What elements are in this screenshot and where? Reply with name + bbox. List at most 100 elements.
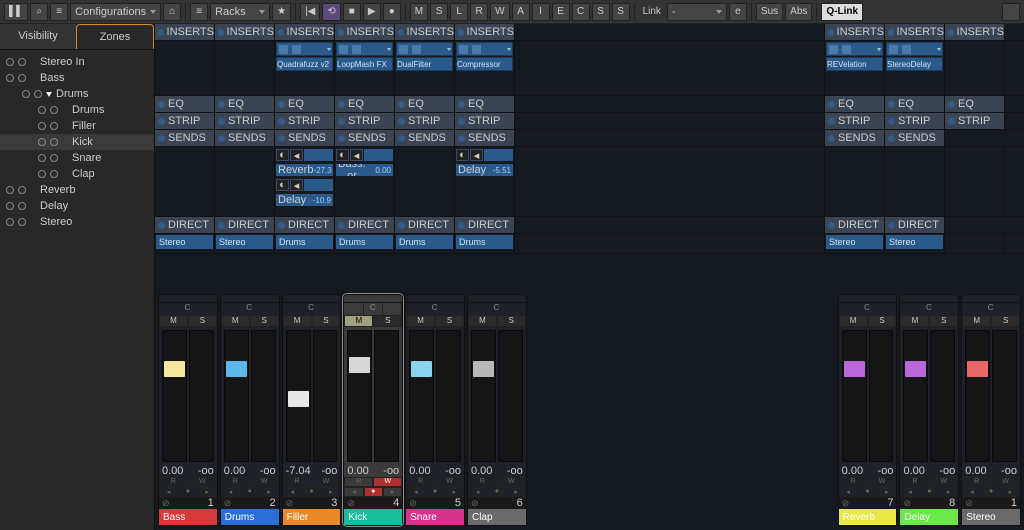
- write-button[interactable]: W: [188, 477, 217, 487]
- pan-left[interactable]: [159, 303, 178, 315]
- pan-c[interactable]: C: [240, 303, 259, 315]
- chevron-down-icon[interactable]: [387, 48, 391, 51]
- volume-fader[interactable]: [347, 330, 372, 462]
- pan-left[interactable]: [283, 303, 302, 315]
- qlink-button[interactable]: Q-Link: [821, 3, 863, 21]
- solo-button[interactable]: S: [188, 315, 217, 327]
- filter-r[interactable]: R: [470, 3, 488, 21]
- mute-button[interactable]: M: [839, 315, 868, 327]
- direct-header[interactable]: DIRECT: [395, 217, 454, 233]
- link-edit-button[interactable]: e: [729, 3, 747, 21]
- tree-item-filler[interactable]: Filler: [0, 118, 154, 134]
- bypass-dot[interactable]: [338, 135, 345, 142]
- monitor-button[interactable]: ◂: [159, 487, 178, 497]
- send-enable-icon[interactable]: ◐: [456, 149, 469, 161]
- bypass-dot[interactable]: [948, 101, 955, 108]
- volume-fader[interactable]: [965, 330, 990, 462]
- tree-item-snare[interactable]: Snare: [0, 150, 154, 166]
- pan-right[interactable]: [198, 303, 217, 315]
- pan-right[interactable]: [259, 303, 278, 315]
- channel-name[interactable]: Filler: [283, 509, 341, 525]
- tab-zones[interactable]: Zones: [76, 24, 154, 49]
- record-enable-button[interactable]: ●: [858, 487, 877, 497]
- send-slot[interactable]: ◐◂: [456, 148, 513, 162]
- direct-header[interactable]: DIRECT: [335, 217, 394, 233]
- filter-i[interactable]: I: [532, 3, 550, 21]
- sends-header[interactable]: SENDS: [155, 130, 214, 146]
- pan-right[interactable]: [1001, 303, 1020, 315]
- abs-button[interactable]: Abs: [785, 3, 812, 21]
- zone-right-toggle[interactable]: [18, 58, 26, 66]
- pan-c[interactable]: C: [982, 303, 1001, 315]
- zone-right-toggle[interactable]: [50, 122, 58, 130]
- bypass-dot[interactable]: [218, 118, 225, 125]
- bypass-dot[interactable]: [338, 118, 345, 125]
- pan-left[interactable]: [962, 303, 981, 315]
- fader-cap[interactable]: [349, 357, 370, 373]
- tab-visibility[interactable]: Visibility: [0, 24, 76, 49]
- write-button[interactable]: W: [991, 477, 1020, 487]
- channel-name[interactable]: Delay: [900, 509, 958, 525]
- insert-slot[interactable]: [456, 42, 513, 56]
- link-icon[interactable]: ⊘: [286, 498, 294, 509]
- volume-fader[interactable]: [903, 330, 928, 462]
- zone-right-toggle[interactable]: [50, 170, 58, 178]
- solo-button[interactable]: S: [929, 315, 958, 327]
- monitor-button[interactable]: ◂: [468, 487, 487, 497]
- inserts-header[interactable]: INSERTS: [215, 24, 274, 40]
- zone-left-toggle[interactable]: [38, 138, 46, 146]
- monitor-button[interactable]: ◂: [962, 487, 981, 497]
- bypass-dot[interactable]: [218, 222, 225, 229]
- eq-header[interactable]: EQ: [885, 96, 944, 112]
- zone-left-toggle[interactable]: [6, 202, 14, 210]
- zone-left-toggle[interactable]: [38, 170, 46, 178]
- fader-cap[interactable]: [967, 361, 988, 377]
- menu-dropdown[interactable]: [1002, 3, 1020, 21]
- edit-button[interactable]: ▸: [1001, 487, 1020, 497]
- mute-button[interactable]: M: [159, 315, 188, 327]
- insert-name[interactable]: Quadrafuzz v2: [276, 57, 333, 71]
- sends-header[interactable]: SENDS: [455, 130, 514, 146]
- strip-header[interactable]: STRIP: [825, 113, 884, 129]
- monitor-button[interactable]: ◂: [406, 487, 425, 497]
- sends-header[interactable]: SENDS: [275, 130, 334, 146]
- mute-button[interactable]: M: [468, 315, 497, 327]
- zone-left-toggle[interactable]: [6, 58, 14, 66]
- mute-button[interactable]: M: [283, 315, 312, 327]
- read-button[interactable]: R: [344, 477, 373, 487]
- panel-toggle-icon[interactable]: ▌▌: [4, 3, 28, 21]
- edit-icon[interactable]: [292, 45, 301, 54]
- zone-right-toggle[interactable]: [18, 202, 26, 210]
- pan-right[interactable]: [507, 303, 526, 315]
- pan-right[interactable]: [445, 303, 464, 315]
- mute-button[interactable]: M: [900, 315, 929, 327]
- filter-e[interactable]: E: [552, 3, 570, 21]
- pan-c[interactable]: C: [364, 303, 383, 315]
- strip-header[interactable]: STRIP: [455, 113, 514, 129]
- strip-header[interactable]: STRIP: [885, 113, 944, 129]
- channel-name[interactable]: Bass: [159, 509, 217, 525]
- insert-slot[interactable]: [826, 42, 883, 56]
- chevron-down-icon[interactable]: [447, 48, 451, 51]
- insert-name[interactable]: Compressor: [456, 57, 513, 71]
- inserts-header[interactable]: INSERTS: [395, 24, 454, 40]
- strip-header[interactable]: STRIP: [215, 113, 274, 129]
- record-enable-button[interactable]: ●: [487, 487, 506, 497]
- filter-c[interactable]: C: [572, 3, 590, 21]
- write-button[interactable]: W: [250, 477, 279, 487]
- bypass-dot[interactable]: [888, 29, 894, 36]
- read-button[interactable]: R: [159, 477, 188, 487]
- bypass-dot[interactable]: [158, 29, 164, 36]
- bypass-dot[interactable]: [888, 118, 895, 125]
- channel-name[interactable]: Kick: [344, 509, 402, 525]
- bypass-dot[interactable]: [458, 101, 465, 108]
- expand-icon[interactable]: [46, 92, 52, 97]
- routing-output[interactable]: Drums: [456, 235, 513, 249]
- edit-button[interactable]: ▸: [939, 487, 958, 497]
- inserts-header[interactable]: INSERTS: [885, 24, 944, 40]
- inserts-header[interactable]: INSERTS: [825, 24, 884, 40]
- send-prefader-icon[interactable]: ◂: [470, 149, 483, 161]
- eq-header[interactable]: EQ: [945, 96, 1004, 112]
- read-button[interactable]: R: [406, 477, 435, 487]
- eq-header[interactable]: EQ: [215, 96, 274, 112]
